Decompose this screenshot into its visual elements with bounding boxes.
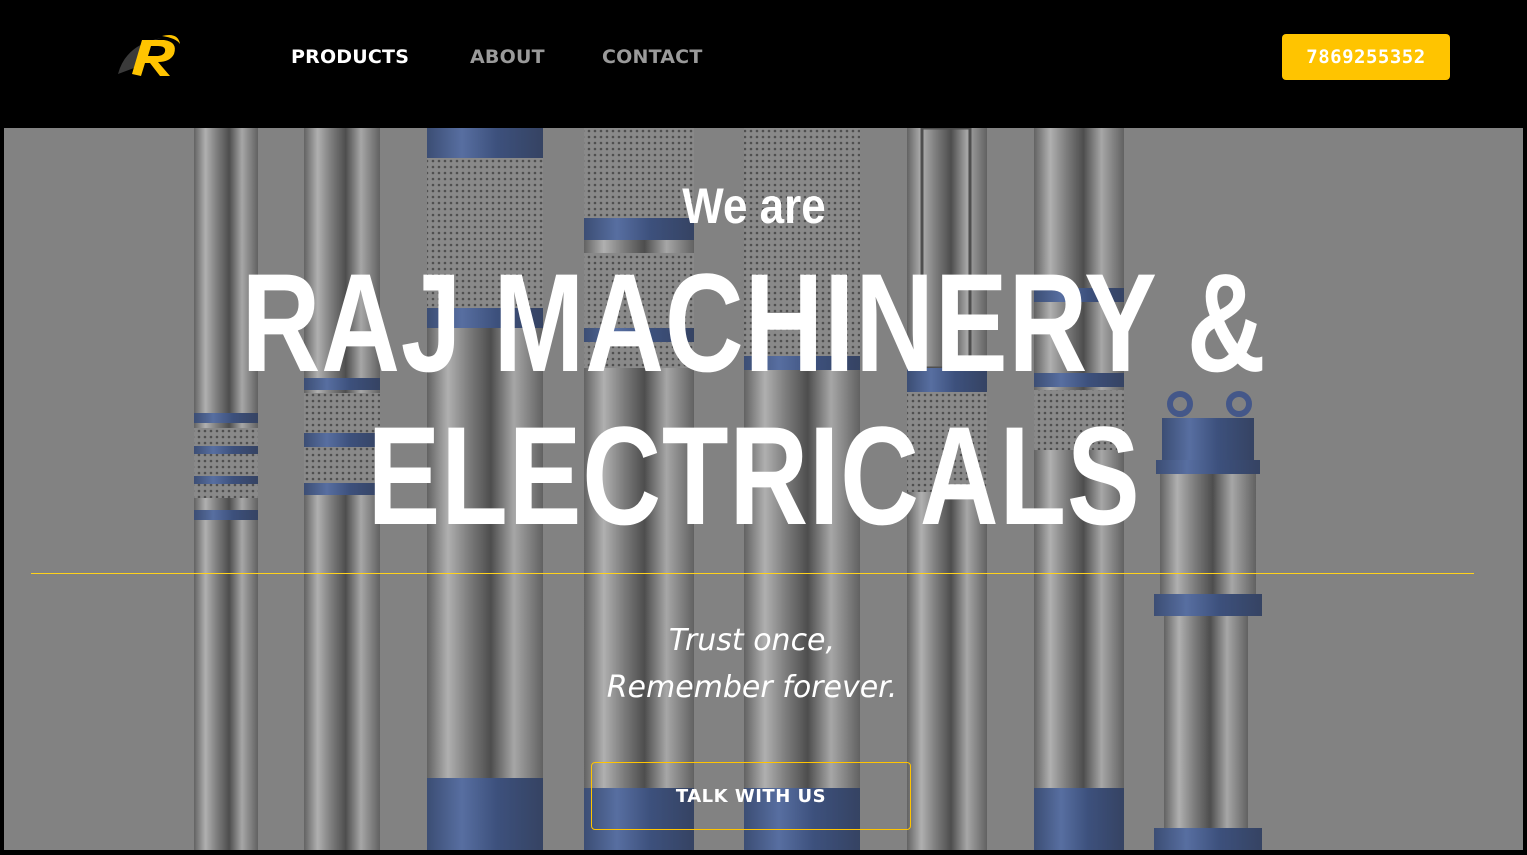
logo-r-icon [118, 35, 180, 76]
nav-products-link[interactable]: PRODUCTS [291, 45, 409, 69]
hero-title-line2: ELECTRICALS [367, 397, 1141, 554]
hero-tagline: Trust once, Remember forever. [4, 617, 1500, 711]
brand-logo[interactable] [112, 30, 184, 80]
page: PRODUCTS ABOUT CONTACT 7869255352 We are… [0, 0, 1527, 855]
talk-with-us-button[interactable]: TALK WITH US [591, 762, 911, 830]
hero-tagline-line1: Trust once, [668, 623, 836, 658]
hero-tagline-line2: Remember forever. [606, 670, 898, 705]
hero-divider [31, 573, 1474, 574]
top-navbar: PRODUCTS ABOUT CONTACT 7869255352 [0, 0, 1527, 128]
nav-contact-link[interactable]: CONTACT [602, 45, 703, 69]
hero-title: RAJ MACHINERY & ELECTRICALS [169, 246, 1339, 552]
hero-eyebrow: We are [682, 178, 826, 234]
nav-about-link[interactable]: ABOUT [470, 45, 545, 69]
hero-title-line1: RAJ MACHINERY & [241, 244, 1267, 401]
hero-section: We are RAJ MACHINERY & ELECTRICALS Trust… [4, 128, 1523, 850]
phone-call-button[interactable]: 7869255352 [1282, 34, 1450, 80]
